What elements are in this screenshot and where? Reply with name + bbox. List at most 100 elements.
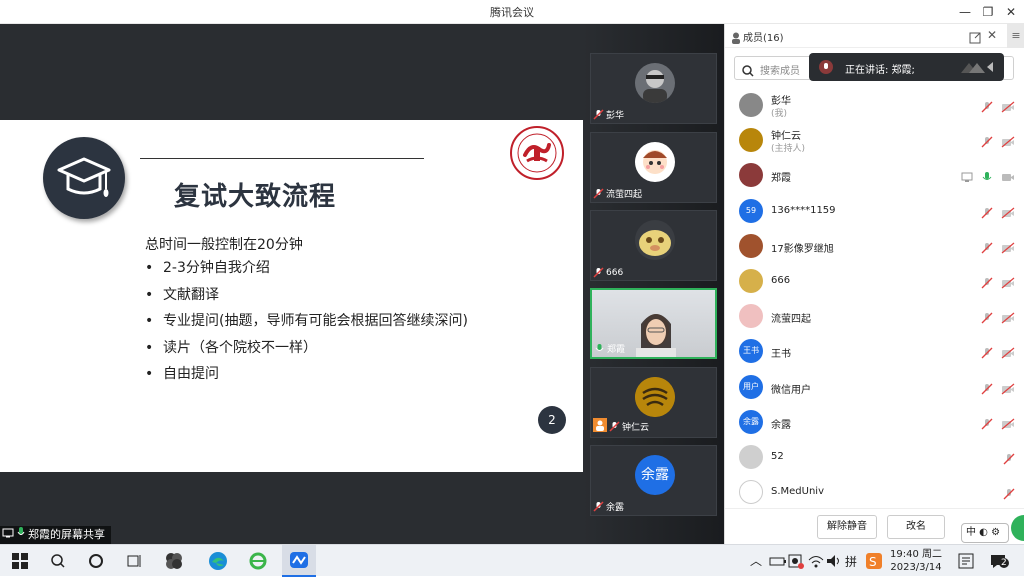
member-row[interactable]: 王书 王书 [725, 334, 1024, 369]
battery-icon[interactable] [768, 551, 788, 571]
camera-off-icon[interactable] [1001, 133, 1015, 152]
camera-off-icon[interactable] [1001, 415, 1015, 434]
ie-green-icon[interactable] [248, 551, 268, 571]
tile-name: 钟仁云 [622, 423, 650, 433]
rename-button[interactable]: 改名 [887, 515, 945, 539]
muted-mic-icon[interactable] [981, 98, 993, 117]
search-icon[interactable] [48, 551, 68, 571]
video-tile-active-speaker[interactable]: 郑霞 [590, 288, 717, 359]
member-row[interactable]: 郑霞 [725, 158, 1024, 193]
unmute-all-button[interactable]: 解除静音 [817, 515, 877, 539]
member-name: 彭华 [771, 96, 791, 107]
windows-taskbar: ︿ 拼 S 19:40 周二 2023/3/14 2 [0, 544, 1024, 577]
menu-icon[interactable]: ≡ [1007, 24, 1024, 48]
member-name: S.MedUniv [771, 486, 825, 498]
muted-mic-icon[interactable] [1003, 450, 1015, 469]
muted-mic-icon[interactable] [981, 309, 993, 328]
wifi-icon[interactable] [806, 551, 826, 571]
member-row[interactable]: 59 136****1159 [725, 194, 1024, 229]
camera-icon[interactable] [1001, 168, 1015, 187]
member-row[interactable]: 666 [725, 264, 1024, 299]
member-row[interactable]: S.MedUniv [725, 475, 1024, 510]
member-row[interactable]: 余露 余露 [725, 405, 1024, 440]
member-row[interactable]: 流萤四起 [725, 299, 1024, 334]
popout-icon[interactable] [969, 29, 981, 48]
task-view-icon[interactable] [124, 551, 144, 571]
camera-off-icon[interactable] [1001, 239, 1015, 258]
video-tile[interactable]: 余露 余露 [590, 445, 717, 516]
speaking-indicator: 正在讲话: 郑霞; [809, 53, 1004, 81]
active-mic-icon[interactable] [981, 168, 993, 187]
camera-off-icon[interactable] [1001, 344, 1015, 363]
member-row[interactable]: 52 [725, 440, 1024, 475]
member-status-icons [1003, 450, 1015, 469]
minimize-button[interactable]: — [954, 2, 976, 22]
member-status-icons [981, 133, 1015, 152]
ime-toolbar[interactable]: 中 ◐ ⚙ [961, 523, 1009, 543]
member-avatar: 59 [739, 198, 763, 223]
sogou-input-icon[interactable]: S [864, 551, 884, 571]
system-clock[interactable]: 19:40 周二 2023/3/14 [890, 548, 942, 574]
tray-chevron-icon[interactable]: ︿ [750, 552, 762, 569]
edge-browser-icon[interactable] [208, 551, 228, 571]
video-tile[interactable]: 钟仁云 [590, 367, 717, 438]
slide-title: 复试大致流程 [174, 182, 337, 212]
network-status-badge[interactable] [1011, 515, 1024, 541]
avatar [635, 142, 675, 182]
member-avatar: 王书 [739, 339, 763, 364]
app-flower-icon[interactable] [164, 551, 184, 571]
member-row[interactable]: 钟仁云 (主持人) [725, 123, 1024, 158]
close-button[interactable]: ✕ [1000, 2, 1022, 22]
video-tile[interactable]: 彭华 [590, 53, 717, 124]
muted-mic-icon [609, 421, 620, 432]
speaker-pin-icon[interactable] [959, 59, 995, 78]
muted-mic-icon [593, 267, 604, 278]
muted-mic-icon[interactable] [981, 274, 993, 293]
member-status-icons [981, 239, 1015, 258]
tencent-meeting-window: 腾讯会议 — ❐ ✕ 复试大致流程 总时间一般控制在20分钟 • 2-3分钟自我… [0, 0, 1024, 544]
host-badge-icon [593, 418, 607, 435]
tencent-meeting-taskbar-button[interactable] [282, 545, 316, 577]
presentation-slide: 复试大致流程 总时间一般控制在20分钟 • 2-3分钟自我介绍 • 文献翻译 • 专业… [0, 120, 583, 472]
muted-mic-icon[interactable] [981, 133, 993, 152]
muted-mic-icon[interactable] [1003, 485, 1015, 504]
notification-center-icon[interactable]: 2 [988, 551, 1009, 571]
screen-share-area: 复试大致流程 总时间一般控制在20分钟 • 2-3分钟自我介绍 • 文献翻译 • 专业… [0, 24, 583, 544]
video-strip[interactable]: 彭华 流萤四起 666 郑霞 钟仁云 余露 余露 [583, 24, 724, 544]
volume-icon[interactable] [824, 551, 844, 571]
tray-app-icon[interactable] [786, 551, 806, 571]
muted-mic-icon[interactable] [981, 239, 993, 258]
member-row[interactable]: 彭华 (我) [725, 88, 1024, 123]
ime-icon[interactable]: 拼 [842, 551, 862, 571]
camera-off-icon[interactable] [1001, 309, 1015, 328]
restore-button[interactable]: ❐ [977, 2, 999, 22]
cortana-icon[interactable] [86, 551, 106, 571]
windows-start-icon[interactable] [10, 551, 30, 571]
muted-mic-icon[interactable] [981, 415, 993, 434]
member-row[interactable]: 用户 微信用户 [725, 370, 1024, 405]
member-avatar [739, 233, 763, 258]
muted-mic-icon[interactable] [981, 344, 993, 363]
muted-mic-icon[interactable] [981, 204, 993, 223]
camera-off-icon[interactable] [1001, 204, 1015, 223]
screen-share-label: 郑霞的屏幕共享 [0, 526, 111, 544]
member-name: 王书 [771, 349, 791, 361]
close-panel-icon[interactable]: ✕ [987, 28, 997, 42]
camera-off-icon[interactable] [1001, 274, 1015, 293]
muted-mic-icon[interactable] [981, 380, 993, 399]
camera-off-icon[interactable] [1001, 380, 1015, 399]
member-row[interactable]: 17影像罗继旭 [725, 229, 1024, 264]
member-avatar [739, 269, 763, 293]
member-avatar: 用户 [739, 374, 763, 399]
title-bar: 腾讯会议 — ❐ ✕ [0, 0, 1024, 24]
camera-off-icon[interactable] [1001, 98, 1015, 117]
video-tile[interactable]: 666 [590, 210, 717, 281]
notes-icon[interactable] [956, 551, 976, 571]
member-avatar [739, 304, 763, 329]
screen-share-icon [2, 526, 14, 544]
member-status-icons [981, 380, 1015, 399]
tile-name: 余露 [606, 503, 625, 513]
avatar [635, 377, 675, 417]
speaking-text: 正在讲话: 郑霞; [845, 65, 915, 76]
video-tile[interactable]: 流萤四起 [590, 132, 717, 203]
